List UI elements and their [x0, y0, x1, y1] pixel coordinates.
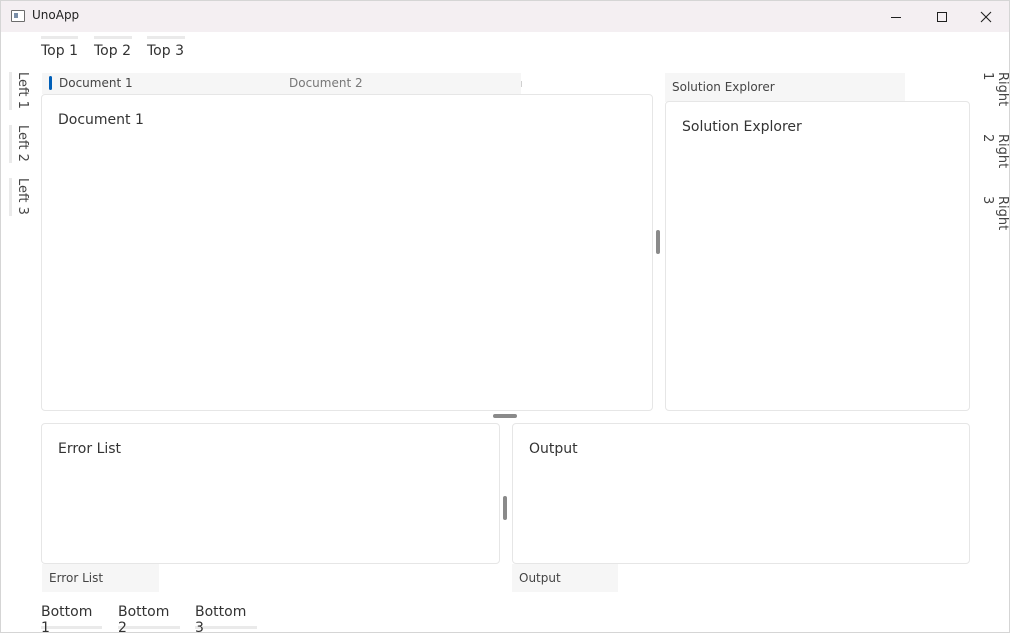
error-list-content: Error List: [58, 441, 122, 457]
tab-top-2[interactable]: Top 2: [94, 36, 132, 64]
error-list-pane[interactable]: Error List: [41, 423, 500, 564]
window-title: UnoApp: [32, 8, 80, 22]
close-button[interactable]: [963, 1, 1009, 32]
tab-bottom-1[interactable]: Bottom 1: [41, 601, 102, 632]
vertical-splitter-handle[interactable]: [656, 230, 660, 254]
document-tab-strip: Document 1 Document 2: [42, 73, 522, 95]
tab-left-3[interactable]: Left 3: [9, 178, 30, 216]
app-window-icon: [11, 10, 25, 22]
tab-error-list[interactable]: Error List: [42, 564, 159, 592]
tab-document-1-label: Document 1: [59, 76, 133, 90]
tab-right-3[interactable]: Right 3: [980, 196, 1009, 242]
tab-document-2[interactable]: Document 2: [282, 73, 521, 94]
minimize-button[interactable]: [873, 1, 919, 32]
bottom-splitter-handle[interactable]: [503, 496, 507, 520]
maximize-button[interactable]: [919, 1, 965, 32]
tab-right-1[interactable]: Right 1: [980, 72, 1009, 118]
tab-top-1[interactable]: Top 1: [41, 36, 78, 64]
output-pane[interactable]: Output: [512, 423, 970, 564]
close-icon: [980, 11, 992, 22]
minimize-icon: [891, 16, 901, 18]
tab-bottom-3[interactable]: Bottom 3: [195, 601, 257, 632]
tab-separator: [521, 81, 522, 87]
tab-bottom-2[interactable]: Bottom 2: [118, 601, 180, 632]
document-content: Document 1: [58, 112, 144, 128]
solution-explorer-content: Solution Explorer: [682, 119, 802, 135]
solution-explorer-pane[interactable]: Solution Explorer: [665, 101, 970, 411]
document-pane[interactable]: Document 1: [41, 94, 653, 411]
app-window: UnoApp Top 1 Top 2 Top 3 Left 1 Left 2 L…: [0, 0, 1010, 633]
tab-top-3[interactable]: Top 3: [147, 36, 185, 64]
tab-document-1[interactable]: Document 1: [42, 73, 282, 94]
title-bar[interactable]: UnoApp: [1, 1, 1009, 32]
output-content: Output: [529, 441, 578, 457]
tab-left-1[interactable]: Left 1: [9, 72, 30, 110]
tab-left-2[interactable]: Left 2: [9, 125, 30, 163]
maximize-icon: [937, 11, 947, 22]
tab-right-2[interactable]: Right 2: [980, 134, 1009, 180]
tab-output[interactable]: Output: [512, 564, 618, 592]
tab-document-2-label: Document 2: [289, 76, 363, 90]
horizontal-splitter-handle[interactable]: [493, 414, 517, 418]
tab-solution-explorer[interactable]: Solution Explorer: [665, 73, 905, 102]
